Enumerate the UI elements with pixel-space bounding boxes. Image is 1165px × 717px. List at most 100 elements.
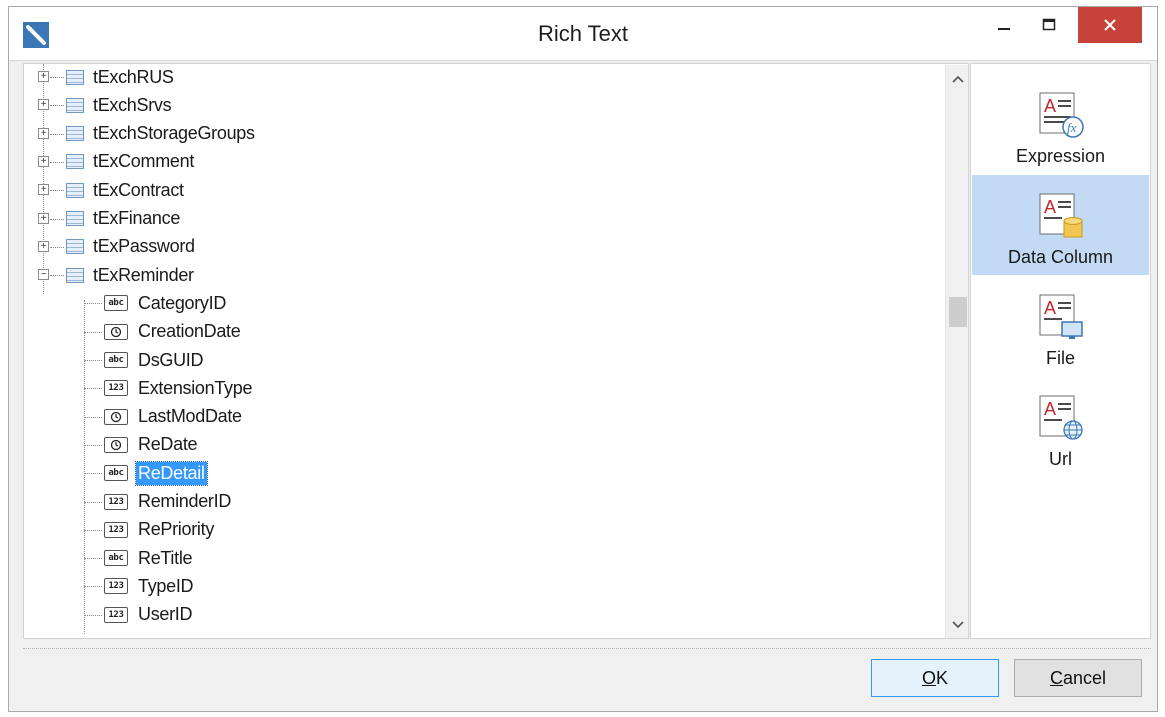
field-type-badge: abc — [108, 355, 124, 365]
tree-field-node[interactable]: ReDate — [84, 432, 199, 458]
tree-table-node[interactable]: + tExchRUS — [38, 64, 176, 90]
tree-table-node[interactable]: − tExReminder — [38, 262, 196, 288]
tree-field-node[interactable]: LastModDate — [84, 404, 244, 430]
svg-text:A: A — [1044, 197, 1056, 217]
tree-node-label: CategoryID — [138, 292, 227, 313]
tree-field-node[interactable]: 123 ReminderID — [84, 489, 233, 515]
close-button[interactable] — [1078, 7, 1142, 43]
tree-connector — [84, 558, 102, 560]
tree-connector — [50, 246, 64, 248]
tree-node-label: tExchRUS — [93, 66, 174, 87]
scroll-up-icon[interactable] — [946, 67, 968, 91]
minimize-icon — [998, 28, 1010, 30]
tree-table-node[interactable]: + tExchSrvs — [38, 92, 173, 118]
tree-connector — [50, 77, 64, 78]
source-label: Expression — [1015, 146, 1106, 166]
tree-node-label: DsGUID — [138, 349, 204, 370]
expand-icon[interactable]: + — [38, 184, 49, 196]
tree-node-label: tExContract — [93, 179, 184, 200]
tree-field-node[interactable]: 123 ExtensionType — [84, 375, 254, 401]
tree-connector — [50, 161, 64, 163]
expand-icon[interactable]: + — [38, 71, 49, 82]
source-label: Url — [1049, 449, 1072, 469]
tree-node-label: ReDate — [138, 434, 198, 455]
field-type-badge: 123 — [108, 581, 124, 592]
source-file[interactable]: A File — [972, 276, 1149, 376]
number-field-icon: 123 — [104, 380, 128, 397]
maximize-icon — [1042, 18, 1056, 31]
tree-connector — [84, 303, 102, 305]
cancel-button[interactable]: Cancel — [1014, 659, 1142, 697]
datetime-field-icon — [104, 436, 128, 453]
close-icon — [1104, 19, 1116, 31]
field-type-badge: 123 — [108, 609, 124, 620]
tree-field-node[interactable]: CreationDate — [84, 319, 242, 345]
tree-field-node[interactable]: 123 UserID — [84, 602, 194, 628]
table-icon — [66, 211, 84, 226]
tree-connector — [84, 473, 102, 475]
tree-field-node[interactable]: abc ReDetail — [84, 460, 208, 486]
rich-text-dialog: Rich Text + tExchRUS + tExchSrvs + tExchStora… — [8, 6, 1158, 712]
tree-node-label: ReTitle — [138, 547, 193, 568]
expand-icon[interactable]: + — [38, 99, 49, 111]
field-type-badge: 123 — [108, 383, 124, 394]
tree-node-label: CreationDate — [138, 321, 241, 342]
tree-node-label: LastModDate — [138, 406, 242, 427]
tree-node-label: ReminderID — [138, 491, 232, 511]
number-field-icon: 123 — [104, 606, 128, 623]
expression-icon: A fx — [1039, 92, 1084, 138]
tree-node-label: tExchSrvs — [93, 94, 172, 115]
tree-connector — [84, 360, 102, 361]
field-type-badge: abc — [108, 468, 124, 479]
tree-field-node[interactable]: abc ReTitle — [84, 545, 194, 571]
collapse-icon[interactable]: − — [38, 269, 49, 281]
table-icon — [66, 267, 84, 283]
expand-icon[interactable]: + — [38, 155, 49, 167]
svg-text:fx: fx — [1067, 120, 1077, 135]
expand-icon[interactable]: + — [38, 127, 49, 139]
tree-node-label: tExchStorageGroups — [93, 123, 255, 144]
maximize-button[interactable] — [1029, 7, 1069, 43]
tree-connector — [50, 218, 64, 220]
tree-table-node[interactable]: + tExchStorageGroups — [38, 121, 257, 147]
tree-connector — [84, 331, 102, 333]
field-tree[interactable]: + tExchRUS + tExchSrvs + tExchStorageGroups + t… — [23, 63, 969, 639]
tree-connector — [84, 416, 102, 418]
scroll-down-icon[interactable] — [946, 613, 968, 637]
table-icon — [66, 126, 84, 142]
tree-node-label: TypeID — [138, 575, 194, 596]
minimize-button[interactable] — [984, 7, 1024, 43]
source-url[interactable]: A Url — [972, 377, 1149, 477]
tree-table-node[interactable]: + tExComment — [38, 149, 196, 175]
tree-connector — [84, 501, 102, 503]
source-label: Data Column — [1007, 247, 1114, 267]
tree-field-node[interactable]: 123 TypeID — [84, 573, 195, 599]
cancel-mnemonic: C — [1049, 667, 1063, 688]
tree-connector — [84, 388, 102, 390]
cancel-label-rest: ancel — [1062, 667, 1107, 688]
vertical-scrollbar[interactable] — [945, 65, 968, 638]
tree-table-node[interactable]: + tExContract — [38, 177, 186, 203]
ok-button[interactable]: OK — [871, 659, 999, 697]
table-icon — [66, 97, 84, 113]
field-type-badge: 123 — [108, 496, 124, 507]
string-field-icon: abc — [104, 295, 128, 312]
tree-node-label: UserID — [138, 604, 193, 625]
tree-field-node[interactable]: abc DsGUID — [84, 347, 205, 373]
tree-table-node[interactable]: + tExFinance — [38, 206, 182, 232]
tree-field-node[interactable]: abc CategoryID — [84, 290, 228, 316]
tree-connector — [84, 444, 102, 446]
field-type-badge: abc — [108, 553, 124, 564]
expand-icon[interactable]: + — [38, 240, 49, 252]
table-icon — [66, 239, 84, 255]
source-data-column[interactable]: A Data Column — [972, 175, 1149, 275]
tree-connector — [50, 275, 64, 277]
source-expression[interactable]: A fx Expression — [972, 74, 1149, 174]
tree-field-node[interactable]: 123 RePriority — [84, 517, 216, 543]
tree-connector — [50, 190, 64, 192]
tree-table-node[interactable]: + tExPassword — [38, 234, 197, 260]
scroll-thumb[interactable] — [949, 297, 967, 327]
expand-icon[interactable]: + — [38, 212, 49, 224]
number-field-icon: 123 — [104, 521, 128, 538]
datetime-field-icon — [104, 323, 128, 340]
